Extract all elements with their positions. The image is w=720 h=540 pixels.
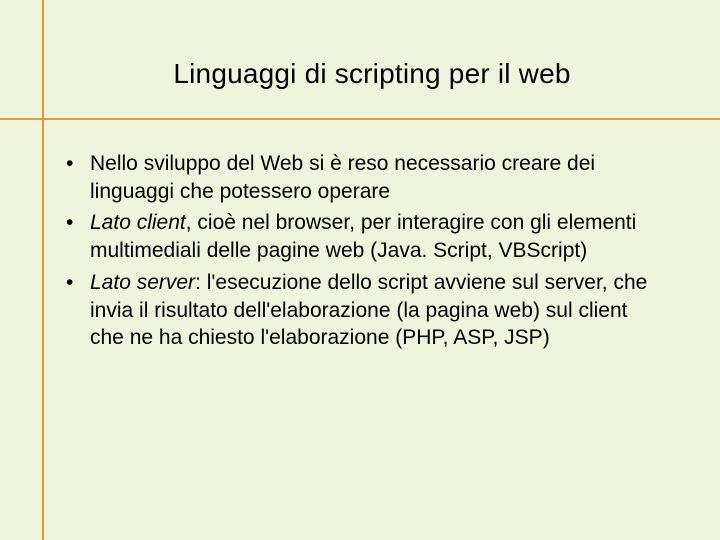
bullet-list: Nello sviluppo del Web si è reso necessa… [64, 150, 660, 352]
bullet-text: Nello sviluppo del Web si è reso necessa… [90, 152, 595, 203]
list-item: Lato server: l'esecuzione dello script a… [64, 269, 660, 352]
bullet-emphasis: Lato client [90, 211, 186, 234]
list-item: Nello sviluppo del Web si è reso necessa… [64, 150, 660, 205]
bullet-emphasis: Lato server [90, 271, 195, 294]
horizontal-divider [0, 118, 720, 120]
slide: Linguaggi di scripting per il web Nello … [0, 0, 720, 540]
list-item: Lato client, cioè nel browser, per inter… [64, 209, 660, 264]
slide-body: Nello sviluppo del Web si è reso necessa… [64, 150, 660, 356]
slide-title: Linguaggi di scripting per il web [44, 58, 700, 90]
